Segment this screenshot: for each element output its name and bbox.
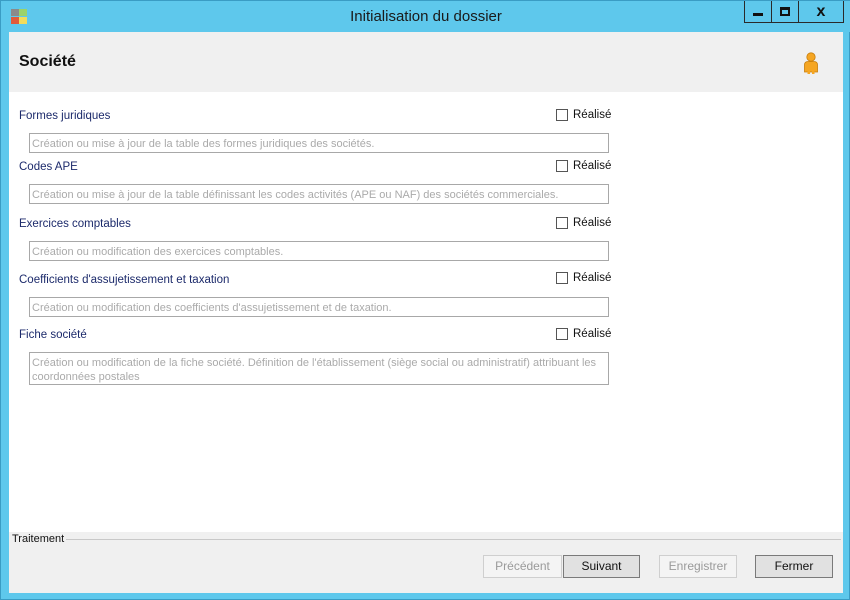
close-icon: x: [816, 2, 826, 20]
group-divider: [65, 539, 841, 540]
description-exercices-comptables[interactable]: Création ou modification des exercices c…: [29, 241, 609, 261]
checkbox-label[interactable]: Réalisé: [573, 109, 611, 121]
page-header: Société: [9, 32, 843, 92]
user-icon[interactable]: [803, 52, 819, 74]
close-window-button[interactable]: x: [799, 1, 844, 23]
previous-button[interactable]: Précédent: [483, 555, 562, 578]
section-label-formes-juridiques: Formes juridiques: [19, 110, 111, 122]
window-title: Initialisation du dossier: [350, 8, 502, 25]
checkbox-coefficients[interactable]: [556, 272, 568, 284]
maximize-icon: [780, 7, 790, 16]
description-coefficients[interactable]: Création ou modification des coefficient…: [29, 297, 609, 317]
save-button[interactable]: Enregistrer: [659, 555, 737, 578]
checkbox-label[interactable]: Réalisé: [573, 272, 611, 284]
checkbox-label[interactable]: Réalisé: [573, 217, 611, 229]
section-label-fiche-societe: Fiche société: [19, 329, 87, 341]
checkbox-label[interactable]: Réalisé: [573, 328, 611, 340]
page-title: Société: [19, 53, 76, 70]
checkbox-fiche-societe[interactable]: [556, 328, 568, 340]
checkbox-codes-ape[interactable]: [556, 160, 568, 172]
section-label-exercices-comptables: Exercices comptables: [19, 218, 131, 230]
description-formes-juridiques[interactable]: Création ou mise à jour de la table des …: [29, 133, 609, 153]
close-button[interactable]: Fermer: [755, 555, 833, 578]
minimize-button[interactable]: [744, 1, 772, 23]
section-label-coefficients: Coefficients d'assujetissement et taxati…: [19, 274, 230, 286]
group-label: Traitement: [12, 533, 67, 545]
title-bar[interactable]: Initialisation du dossier x: [1, 1, 850, 32]
next-button[interactable]: Suivant: [563, 555, 640, 578]
checkbox-label[interactable]: Réalisé: [573, 160, 611, 172]
description-codes-ape[interactable]: Création ou mise à jour de la table défi…: [29, 184, 609, 204]
maximize-button[interactable]: [772, 1, 799, 23]
checkbox-exercices-comptables[interactable]: [556, 217, 568, 229]
dialog-content: Société Formes juridiques Réalisé Créati…: [9, 32, 843, 593]
dialog-window: Initialisation du dossier x Société Form…: [0, 0, 850, 600]
minimize-icon: [753, 13, 763, 16]
section-label-codes-ape: Codes APE: [19, 161, 78, 173]
description-fiche-societe[interactable]: Création ou modification de la fiche soc…: [29, 352, 609, 385]
checkbox-formes-juridiques[interactable]: [556, 109, 568, 121]
